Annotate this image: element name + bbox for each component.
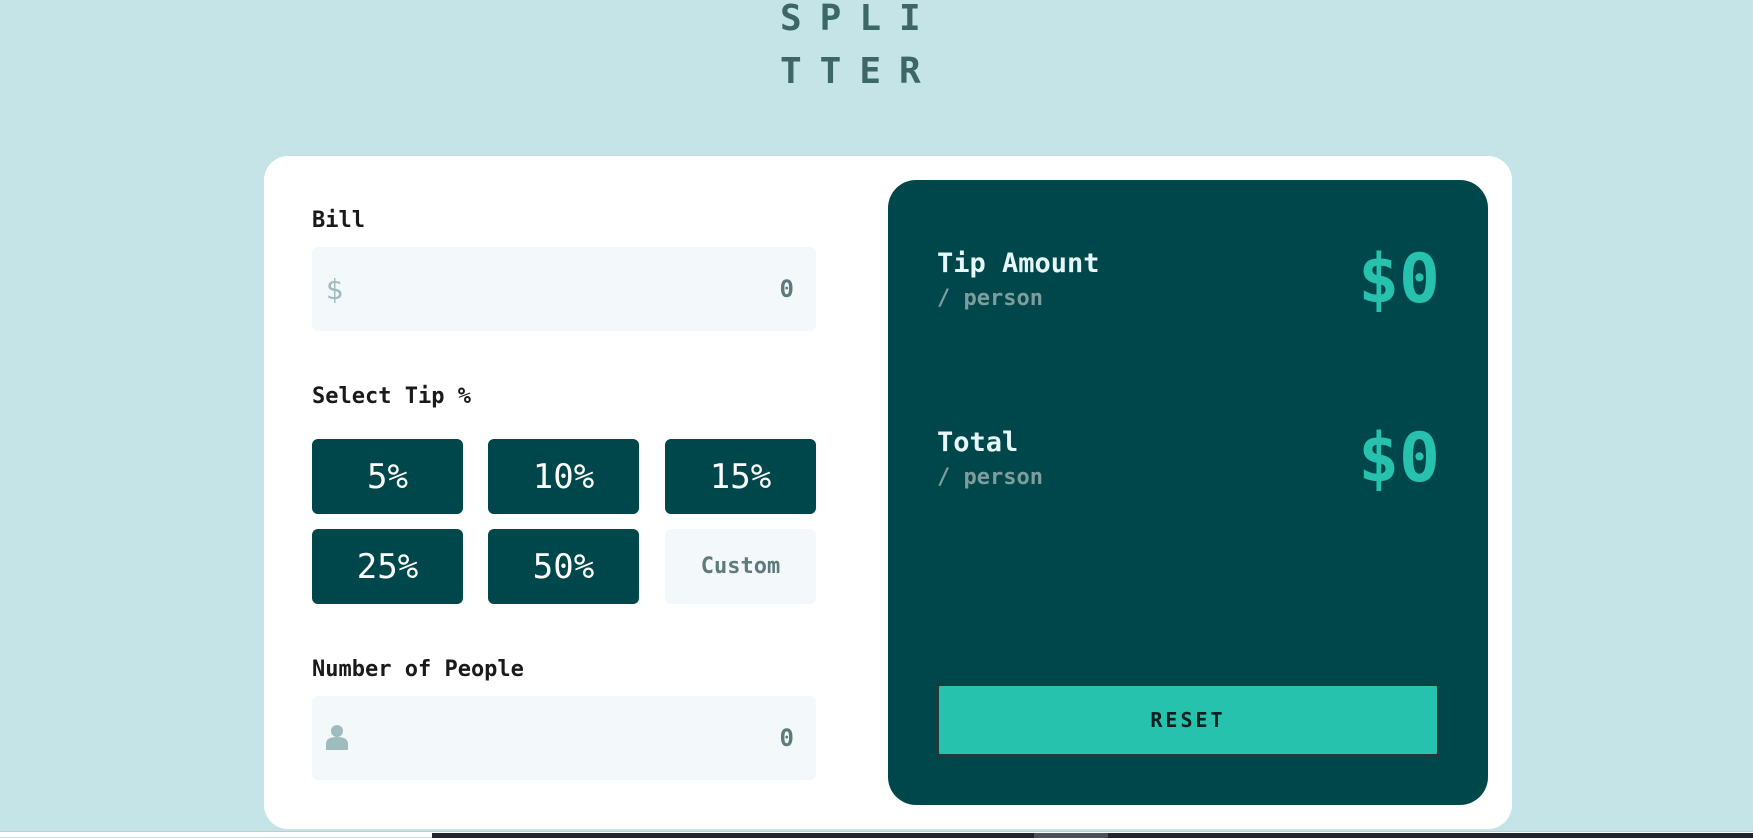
select-tip-label: Select Tip % xyxy=(312,384,471,409)
app-logo: SPLI TTER xyxy=(780,0,940,98)
bottom-edge-strip xyxy=(0,831,1753,838)
bill-input[interactable] xyxy=(374,247,794,331)
results-panel: Tip Amount / person $0 Total / person $0… xyxy=(888,180,1488,805)
people-field xyxy=(312,696,816,780)
bill-label: Bill xyxy=(312,208,365,233)
people-input[interactable] xyxy=(374,696,794,780)
people-label: Number of People xyxy=(312,657,524,682)
person-icon xyxy=(326,725,348,750)
tip-10-button[interactable]: 10% xyxy=(488,439,639,514)
tip-amount-per-person: / person xyxy=(937,286,1043,311)
logo-line-2: TTER xyxy=(780,51,939,92)
tip-amount-value: $0 xyxy=(1358,240,1440,319)
tip-15-button[interactable]: 15% xyxy=(665,439,816,514)
logo-line-1: SPLI xyxy=(780,0,939,39)
reset-button[interactable]: RESET xyxy=(936,683,1440,757)
tip-amount-title: Tip Amount xyxy=(937,248,1100,279)
total-value: $0 xyxy=(1358,419,1440,498)
total-per-person: / person xyxy=(937,465,1043,490)
tip-50-button[interactable]: 50% xyxy=(488,529,639,604)
custom-tip-input[interactable] xyxy=(665,529,816,604)
tip-5-button[interactable]: 5% xyxy=(312,439,463,514)
dollar-icon: $ xyxy=(326,273,344,306)
bill-field: $ xyxy=(312,247,816,331)
tip-25-button[interactable]: 25% xyxy=(312,529,463,604)
total-title: Total xyxy=(937,427,1019,458)
calculator-card: Bill $ Select Tip % 5% 10% 15% 25% 50% N… xyxy=(264,156,1512,829)
